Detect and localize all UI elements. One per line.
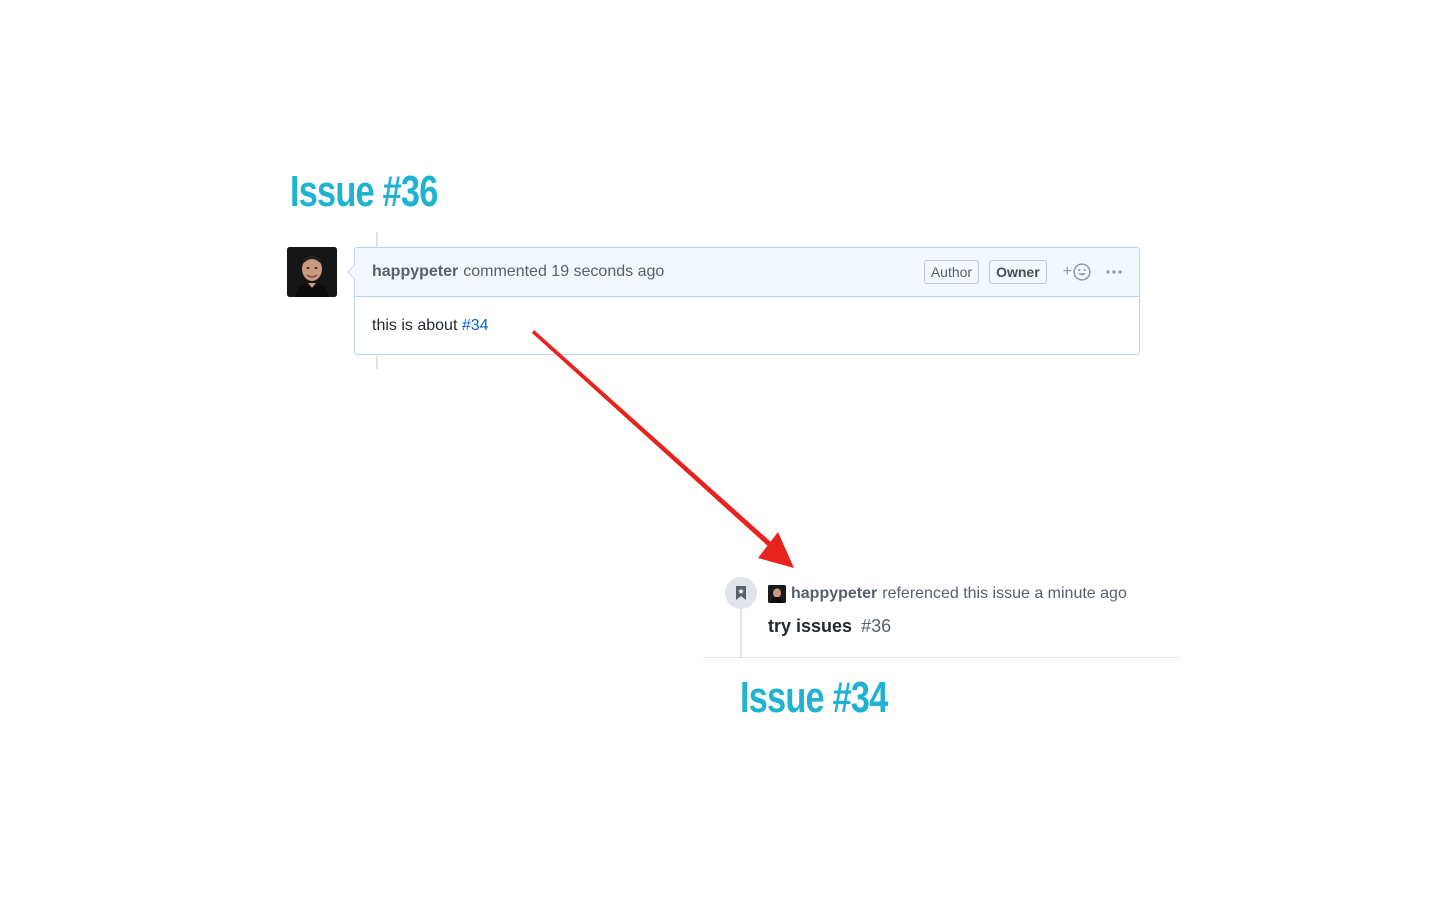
kebab-horizontal-icon bbox=[1106, 270, 1122, 274]
reference-header: happypeter referenced this issue a minut… bbox=[768, 585, 1127, 603]
author-badge: Author bbox=[923, 260, 980, 284]
referencing-issue-title: try issues bbox=[768, 616, 853, 636]
comment-header: happypeter commented 19 seconds ago Auth… bbox=[355, 248, 1139, 297]
comment-body-text: this is about bbox=[372, 317, 462, 334]
smiley-icon bbox=[1073, 263, 1091, 281]
reference-event-badge bbox=[725, 577, 757, 609]
arrow-head bbox=[758, 532, 794, 568]
referencing-issue-link[interactable]: try issues #36 bbox=[768, 616, 891, 637]
comment-timestamp[interactable]: commented 19 seconds ago bbox=[463, 263, 664, 281]
add-reaction-button[interactable]: + bbox=[1063, 263, 1091, 281]
reference-author-link[interactable]: happypeter bbox=[791, 585, 877, 603]
issue-reference-link[interactable]: #34 bbox=[462, 317, 489, 334]
plus-label: + bbox=[1062, 263, 1072, 280]
avatar-small-photo bbox=[768, 585, 786, 603]
timeline-line-bottom bbox=[376, 356, 378, 370]
reference-timeline-line bbox=[740, 607, 742, 657]
comment-author-link[interactable]: happypeter bbox=[372, 263, 458, 281]
issue-34-heading: Issue #34 bbox=[740, 673, 888, 722]
comment-options-button[interactable] bbox=[1105, 269, 1123, 275]
issue-36-heading: Issue #36 bbox=[290, 167, 438, 216]
bookmark-icon bbox=[736, 586, 746, 600]
owner-badge: Owner bbox=[989, 260, 1047, 284]
avatar-small[interactable] bbox=[768, 585, 786, 603]
avatar[interactable] bbox=[287, 247, 337, 297]
comment-box: happypeter commented 19 seconds ago Auth… bbox=[347, 247, 1140, 355]
timeline-line-top bbox=[376, 232, 378, 248]
reference-meta[interactable]: referenced this issue a minute ago bbox=[882, 585, 1127, 603]
timeline-divider bbox=[703, 657, 1179, 658]
arrow-shaft bbox=[532, 330, 772, 548]
referencing-issue-number: #36 bbox=[861, 616, 892, 636]
avatar-photo bbox=[287, 247, 337, 297]
comment-body: this is about #34 bbox=[355, 297, 1139, 355]
red-arrow-annotation bbox=[532, 330, 794, 568]
screenshot-canvas: Issue #36 happypeter commented 19 second… bbox=[0, 0, 1440, 900]
